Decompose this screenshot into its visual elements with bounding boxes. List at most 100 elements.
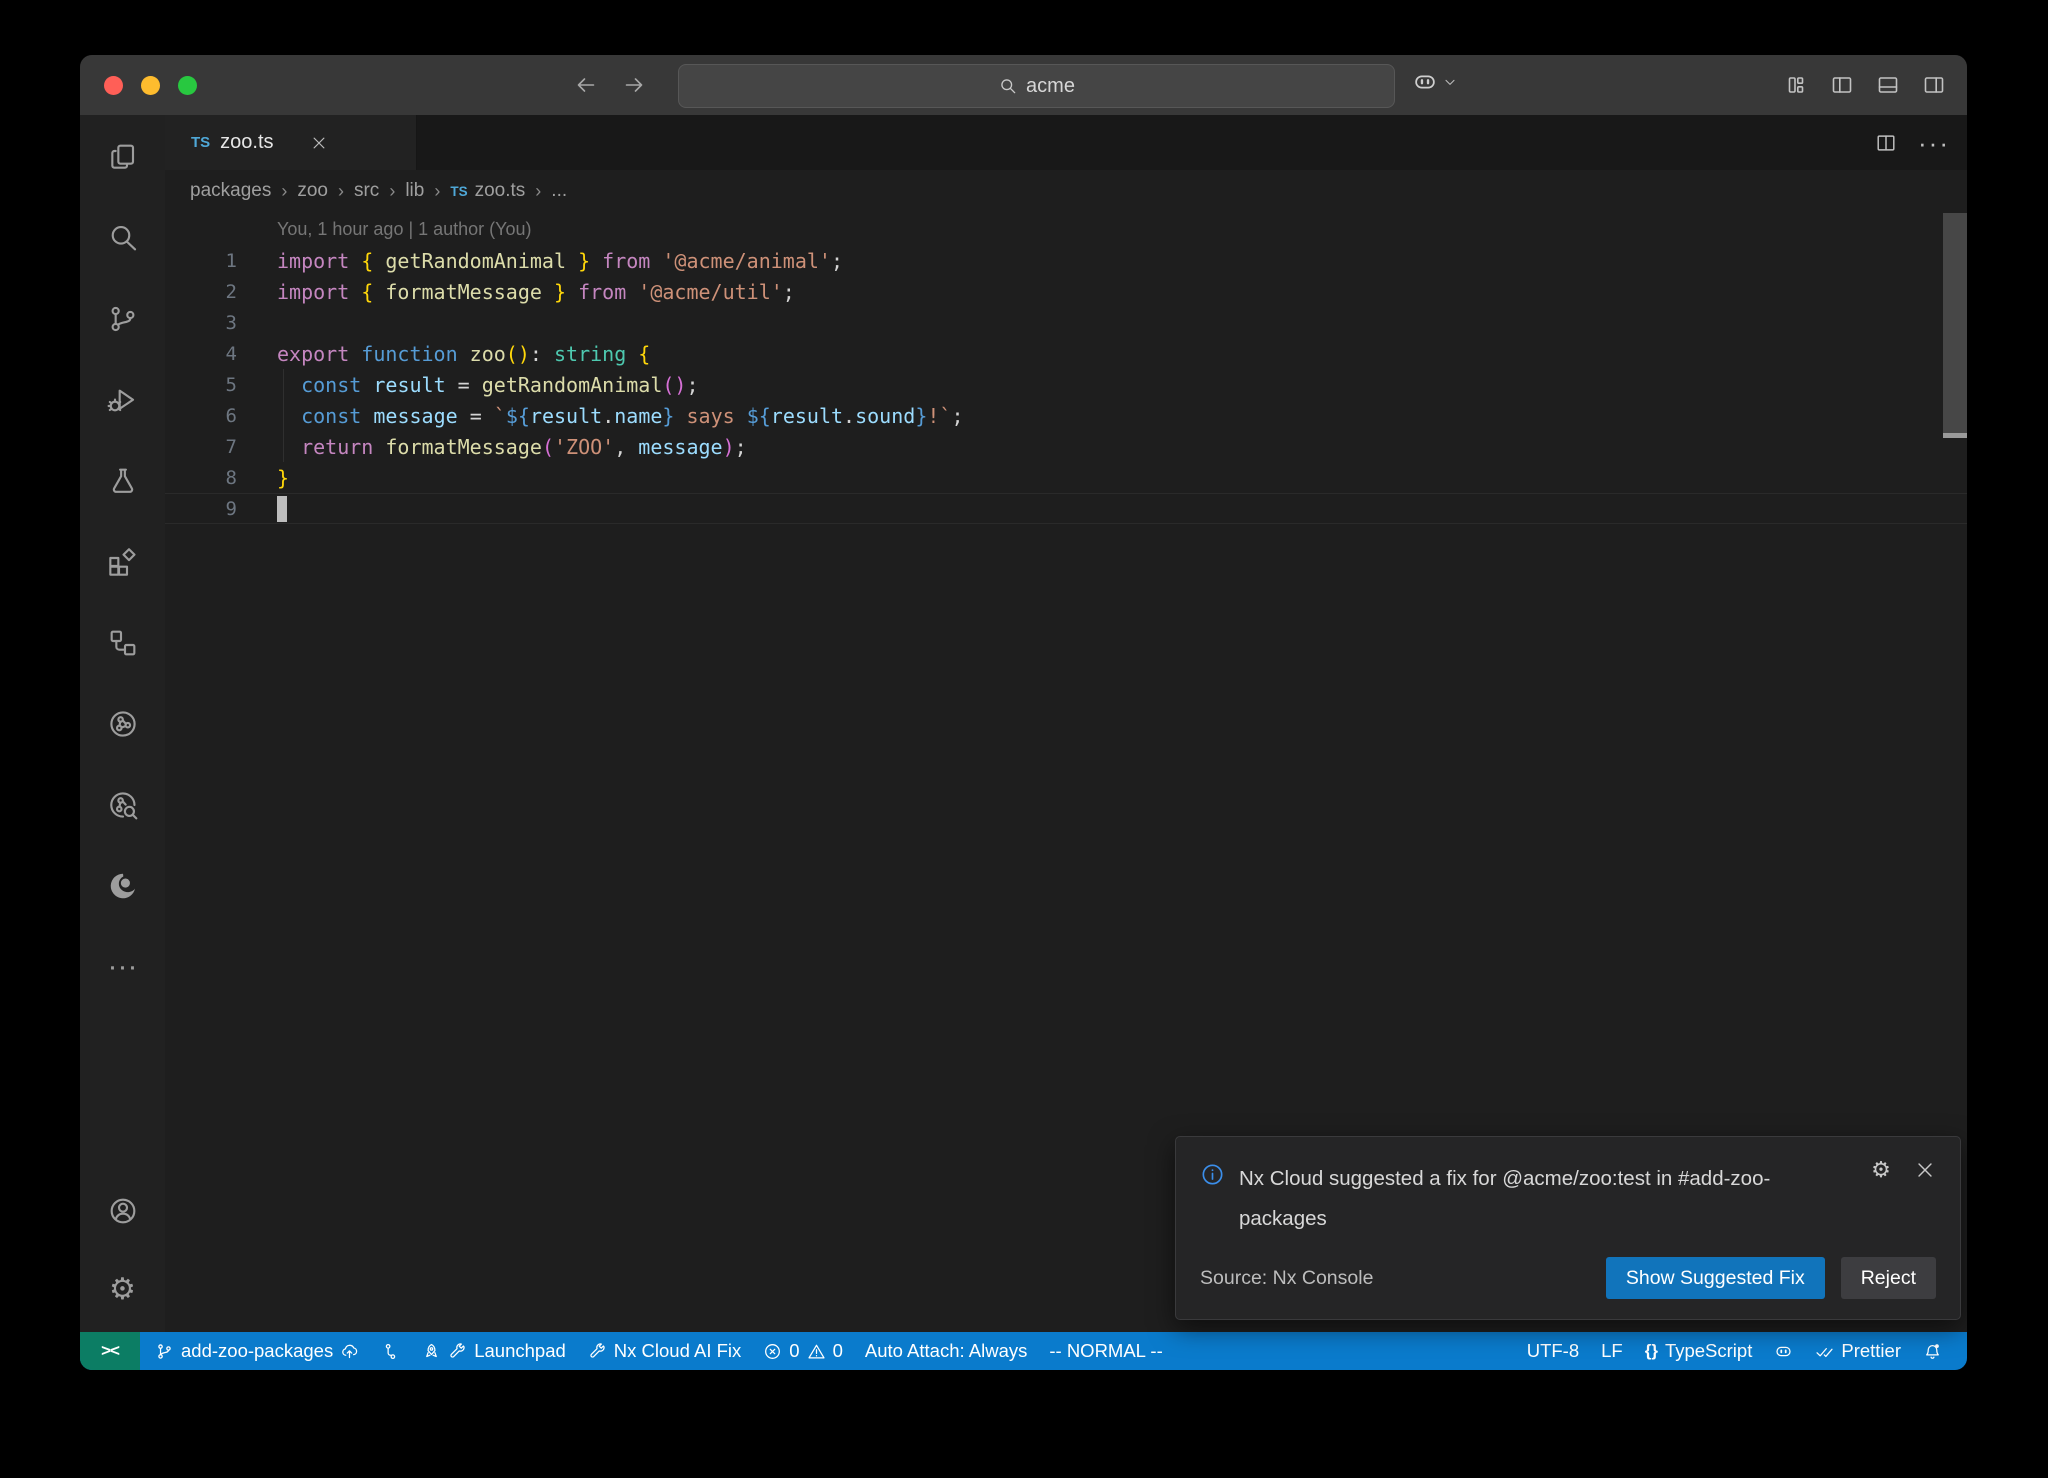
- eol-item[interactable]: LF: [1590, 1332, 1634, 1370]
- more-actions-icon[interactable]: ···: [1923, 132, 1945, 154]
- status-bar: >< add-zoo-packages LaunchpadNx Cloud AI …: [80, 1332, 1967, 1370]
- vim-mode-item[interactable]: -- NORMAL --: [1038, 1332, 1173, 1370]
- code-text: const result = getRandomAnimal();: [277, 373, 699, 397]
- language-item[interactable]: {}TypeScript: [1634, 1332, 1764, 1370]
- customize-layout-button[interactable]: [1783, 72, 1809, 98]
- activity-bar-top: ···: [106, 140, 140, 984]
- titlebar: acme: [80, 55, 1967, 115]
- notification-close-icon[interactable]: [1914, 1159, 1936, 1181]
- cloud-upload-icon: [340, 1342, 359, 1361]
- workflow-item[interactable]: [370, 1332, 411, 1370]
- zoom-window-button[interactable]: [178, 76, 197, 95]
- activity-item-nx-cloud[interactable]: [106, 707, 140, 741]
- launchpad-item[interactable]: Launchpad: [411, 1332, 577, 1370]
- activity-item-nx-console[interactable]: [106, 626, 140, 660]
- toggle-panel-bottom-button[interactable]: [1875, 72, 1901, 98]
- code-line[interactable]: 4export function zoo(): string {: [165, 338, 1967, 369]
- toggle-panel-bottom-icon: [1876, 73, 1900, 97]
- forward-arrow-icon[interactable]: [622, 73, 646, 97]
- problems-item-label: 0: [789, 1340, 799, 1362]
- activity-item-extensions[interactable]: [106, 545, 140, 579]
- braces-icon: {}: [1645, 1342, 1658, 1361]
- formatter-item[interactable]: Prettier: [1804, 1332, 1912, 1370]
- edge-tools-icon: [107, 870, 139, 902]
- toggle-panel-right-button[interactable]: [1921, 72, 1947, 98]
- activity-item-search[interactable]: [106, 221, 140, 255]
- git-branch-item[interactable]: add-zoo-packages: [144, 1332, 370, 1370]
- copilot-status-item[interactable]: [1763, 1332, 1804, 1370]
- code-line[interactable]: 3: [165, 307, 1967, 338]
- remote-icon: ><: [101, 1341, 119, 1361]
- customize-layout-icon: [1784, 73, 1808, 97]
- activity-item-edge-tools[interactable]: [106, 869, 140, 903]
- activity-item-nx-cloud-search[interactable]: [106, 788, 140, 822]
- activity-item-settings[interactable]: ⚙: [106, 1273, 140, 1307]
- activity-item-source-control[interactable]: [106, 302, 140, 336]
- auto-attach-item[interactable]: Auto Attach: Always: [854, 1332, 1038, 1370]
- show-suggested-fix-button[interactable]: Show Suggested Fix: [1606, 1257, 1825, 1299]
- nx-cloud-icon: [107, 708, 139, 740]
- code-text: }: [277, 466, 289, 490]
- breadcrumb-separator: ›: [338, 181, 344, 202]
- breadcrumb-item[interactable]: ...: [551, 180, 567, 202]
- minimize-window-button[interactable]: [141, 76, 160, 95]
- code-line[interactable]: 9: [165, 493, 1967, 524]
- notifications-item[interactable]: [1912, 1332, 1953, 1370]
- code-line[interactable]: 8}: [165, 462, 1967, 493]
- line-number: 3: [165, 312, 237, 334]
- toggle-panel-left-button[interactable]: [1829, 72, 1855, 98]
- encoding-item[interactable]: UTF-8: [1516, 1332, 1590, 1370]
- tab-zoo-ts[interactable]: TS zoo.ts: [165, 115, 417, 170]
- activity-item-testing[interactable]: [106, 464, 140, 498]
- tab-label: zoo.ts: [220, 131, 273, 154]
- split-editor-icon[interactable]: [1875, 132, 1897, 154]
- copilot-icon: [1412, 69, 1438, 95]
- notification-toast: Nx Cloud suggested a fix for @acme/zoo:t…: [1175, 1136, 1961, 1320]
- nx-cloud-ai-fix-item[interactable]: Nx Cloud AI Fix: [577, 1332, 753, 1370]
- blame-annotation: You, 1 hour ago | 1 author (You): [165, 214, 1967, 245]
- editor-scrollbar[interactable]: [1943, 213, 1967, 433]
- reject-button[interactable]: Reject: [1841, 1257, 1936, 1299]
- code-text: const message = `${result.name} says ${r…: [277, 404, 964, 428]
- notification-tools: ⚙: [1870, 1159, 1936, 1181]
- breadcrumb-item[interactable]: zoo: [297, 180, 328, 202]
- code-line[interactable]: 5 const result = getRandomAnimal();: [165, 369, 1967, 400]
- breadcrumb-item[interactable]: lib: [405, 180, 424, 202]
- toggle-panel-right-icon: [1922, 73, 1946, 97]
- error-circle-icon: [763, 1342, 782, 1361]
- activity-item-explorer[interactable]: [106, 140, 140, 174]
- accounts-icon: [107, 1195, 139, 1227]
- problems-item[interactable]: 00: [752, 1332, 854, 1370]
- activity-item-accounts[interactable]: [106, 1194, 140, 1228]
- code-text: import { formatMessage } from '@acme/uti…: [277, 280, 795, 304]
- code-line[interactable]: 2 import { formatMessage } from '@acme/ut…: [165, 276, 1967, 307]
- code-line[interactable]: 7 return formatMessage('ZOO', message);: [165, 431, 1967, 462]
- command-center-search[interactable]: acme: [678, 64, 1395, 108]
- breadcrumb-item[interactable]: packages: [190, 180, 271, 202]
- remote-indicator[interactable]: ><: [80, 1332, 140, 1370]
- search-icon: [998, 76, 1018, 96]
- line-number: 5: [165, 374, 237, 396]
- code-line[interactable]: 1import { getRandomAnimal } from '@acme/…: [165, 245, 1967, 276]
- code-line[interactable]: 6 const message = `${result.name} says $…: [165, 400, 1967, 431]
- line-number: 6: [165, 405, 237, 427]
- breadcrumb-separator: ›: [389, 181, 395, 202]
- more-icon: ···: [107, 951, 139, 983]
- activity-item-more[interactable]: ···: [106, 950, 140, 984]
- activity-item-run-debug[interactable]: [106, 383, 140, 417]
- line-number: 7: [165, 436, 237, 458]
- breadcrumb-label: ...: [551, 180, 567, 202]
- close-window-button[interactable]: [104, 76, 123, 95]
- breadcrumb-item[interactable]: src: [354, 180, 379, 202]
- line-number: 2: [165, 281, 237, 303]
- breadcrumb-label: src: [354, 180, 379, 202]
- branch-icon: [155, 1342, 174, 1361]
- explorer-icon: [107, 141, 139, 173]
- toggle-panel-left-icon: [1830, 73, 1854, 97]
- back-arrow-icon[interactable]: [574, 73, 598, 97]
- breadcrumb-item[interactable]: TSzoo.ts: [450, 180, 525, 202]
- notification-settings-gear-icon[interactable]: ⚙: [1870, 1159, 1892, 1181]
- close-tab-icon[interactable]: [310, 134, 328, 152]
- copilot-menu-button[interactable]: [1412, 69, 1458, 95]
- settings-icon: ⚙: [107, 1274, 139, 1306]
